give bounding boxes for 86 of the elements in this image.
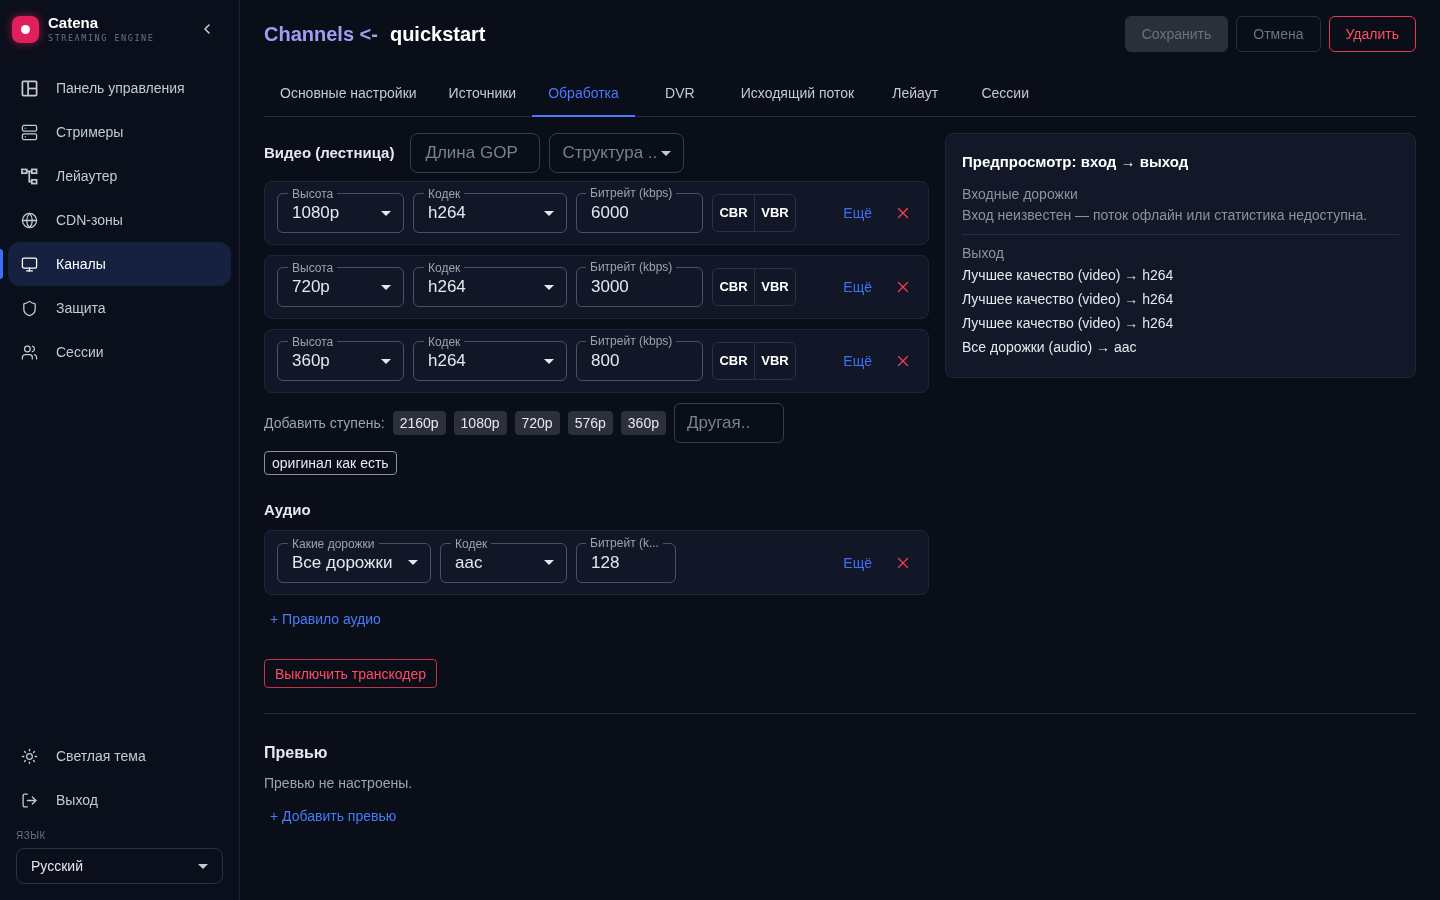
logout-icon — [21, 791, 38, 809]
more-link[interactable]: Ещё — [843, 277, 872, 297]
preset-chip[interactable]: 720p — [514, 411, 560, 435]
field-label: Битрейт (k... — [586, 534, 663, 551]
add-audio-rule-link[interactable]: + Правило аудио — [264, 607, 387, 631]
empty-message: Превью не настроены. — [264, 774, 413, 793]
page-title: quickstart — [389, 22, 486, 47]
section-title: Аудио — [264, 500, 311, 520]
section-title: Превью — [264, 743, 328, 763]
mode-button[interactable]: VBR — [754, 269, 795, 305]
tab[interactable]: Лейаут — [870, 70, 961, 117]
globe-icon — [21, 211, 38, 229]
dashboard-icon — [21, 79, 38, 97]
nav-item[interactable]: Каналы — [8, 242, 231, 286]
nav-item[interactable]: Выход — [8, 778, 231, 822]
preset-chip[interactable]: 1080p — [453, 411, 507, 435]
brand-name: Catena — [48, 14, 100, 32]
nav-item[interactable]: Лейаутер — [8, 154, 231, 198]
field-label: Кодек — [424, 186, 465, 202]
mode-button[interactable]: VBR — [754, 343, 795, 379]
field-label: Кодек — [424, 260, 465, 276]
add-step-label: Добавить ступень: — [264, 414, 385, 433]
caret-icon — [381, 358, 391, 364]
caret-icon — [661, 150, 672, 156]
output-label: Выход — [962, 244, 1004, 263]
users-icon — [21, 343, 38, 361]
caret-icon — [544, 358, 554, 364]
active-indicator — [0, 249, 3, 279]
input-status: Вход неизвестен — поток офлайн или статистика недоступна. — [962, 206, 1368, 225]
nav-item[interactable]: CDN-зоны — [8, 198, 231, 242]
tab[interactable]: Источники — [432, 70, 533, 117]
tab[interactable]: Основные настройки — [264, 70, 433, 117]
language-label: ЯЗЫК — [16, 830, 46, 842]
output-line: Лучшее качество (video) → h264 — [962, 266, 1174, 285]
nav-item[interactable]: Защита — [8, 286, 231, 330]
tab[interactable]: Обработка — [532, 70, 635, 117]
monitor-icon — [21, 255, 38, 273]
field-label: Битрейт (kbps) — [586, 185, 677, 201]
nav-item[interactable]: Светлая тема — [8, 734, 231, 778]
breadcrumb-link[interactable]: Channels <- — [264, 20, 378, 48]
sun-icon — [21, 747, 38, 765]
caret-icon — [198, 863, 208, 869]
language-select[interactable]: Русский — [16, 848, 223, 884]
mode-button[interactable]: VBR — [754, 195, 795, 231]
more-link[interactable]: Ещё — [843, 203, 872, 223]
logo-icon — [12, 15, 39, 43]
nav-item[interactable]: Стримеры — [8, 110, 231, 154]
tab[interactable]: DVR — [634, 70, 725, 117]
shield-icon — [21, 299, 38, 317]
field-label: Кодек — [424, 334, 465, 350]
panel-title: Предпросмотр: вход → выход — [962, 152, 1189, 172]
hierarchy-icon — [21, 167, 38, 185]
mode-button[interactable]: CBR — [713, 195, 754, 231]
preset-chip[interactable]: 360p — [620, 411, 666, 435]
tab[interactable]: Исходящий поток — [724, 70, 871, 117]
custom-step-field[interactable]: Другая.. — [673, 403, 784, 443]
mode-button[interactable]: CBR — [713, 343, 754, 379]
preset-chip[interactable]: 576p — [567, 411, 613, 435]
caret-icon — [381, 210, 391, 216]
caret-icon — [381, 284, 391, 290]
header-button[interactable]: Удалить — [1328, 16, 1416, 52]
structure-select[interactable]: Структура .. — [549, 133, 685, 173]
server-icon — [21, 123, 38, 141]
output-line: Все дорожки (audio) → aac — [962, 338, 1137, 357]
tab[interactable]: Сессии — [960, 70, 1051, 117]
field-label: Битрейт (kbps) — [586, 333, 677, 349]
original-chip[interactable]: оригинал как есть — [264, 451, 397, 475]
caret-icon — [408, 560, 418, 565]
section-title: Видео (лестница) — [264, 142, 395, 163]
nav-item[interactable]: Сессии — [8, 330, 231, 374]
mode-button[interactable]: CBR — [713, 269, 754, 305]
more-link[interactable]: Ещё — [843, 552, 872, 573]
caret-icon — [544, 560, 554, 565]
disable-transcoder-button[interactable]: Выключить транскодер — [264, 659, 437, 688]
more-link[interactable]: Ещё — [843, 351, 872, 371]
output-line: Лучшее качество (video) → h264 — [962, 290, 1174, 309]
caret-icon — [544, 284, 554, 290]
preset-chip[interactable]: 2160p — [392, 411, 446, 435]
input-label: Входные дорожки — [962, 185, 1078, 204]
add-preview-link[interactable]: + Добавить превью — [264, 804, 403, 828]
gop-field[interactable]: Длина GOP — [410, 133, 541, 173]
nav-item[interactable]: Панель управления — [8, 66, 231, 110]
brand-tagline: STREAMING ENGINE — [48, 32, 155, 44]
caret-icon — [544, 210, 554, 216]
output-line: Лучшее качество (video) → h264 — [962, 314, 1174, 333]
field-label: Битрейт (kbps) — [586, 259, 677, 275]
